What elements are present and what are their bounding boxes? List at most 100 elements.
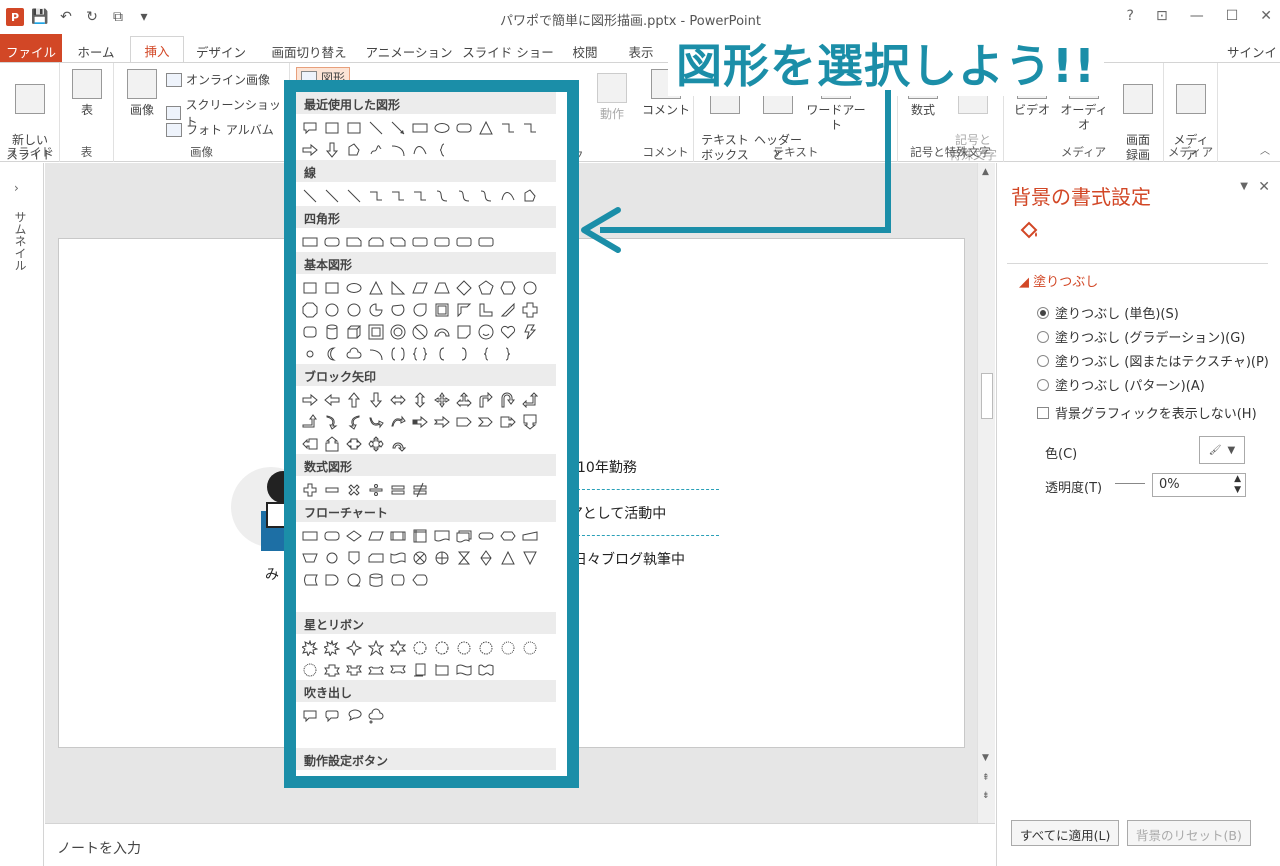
right-bracket-icon[interactable]	[454, 344, 473, 363]
table-button[interactable]: 表	[70, 69, 104, 118]
photo-album-button[interactable]: フォト アルバム	[166, 121, 274, 138]
flowchart-delay-icon[interactable]	[322, 570, 341, 589]
pentagon-arrow-icon[interactable]	[454, 412, 473, 431]
rectangular-callout-icon[interactable]	[300, 706, 319, 725]
flowchart-alternate-process-icon[interactable]	[322, 526, 341, 545]
scrollbar-thumb[interactable]	[981, 373, 993, 419]
trapezoid-icon[interactable]	[432, 278, 451, 297]
rectangle-shape-icon[interactable]	[300, 232, 319, 251]
radio-pattern-fill[interactable]: 塗りつぶし (パターン)(A)	[1037, 375, 1205, 394]
down-arrow-callout-icon[interactable]	[520, 412, 539, 431]
flowchart-manual-input-icon[interactable]	[520, 526, 539, 545]
moon-shape-icon[interactable]	[322, 344, 341, 363]
star-8-icon[interactable]	[432, 638, 451, 657]
notched-right-arrow-icon[interactable]	[432, 412, 451, 431]
freeform-shape-icon[interactable]	[344, 140, 363, 159]
fill-bucket-icon[interactable]	[1017, 219, 1041, 243]
online-picture-button[interactable]: オンライン画像	[166, 71, 270, 88]
left-arrow-callout-icon[interactable]	[300, 434, 319, 453]
cube-shape-icon[interactable]	[344, 322, 363, 341]
tab-review[interactable]: 校閲	[560, 38, 610, 62]
flowchart-multidocument-icon[interactable]	[454, 526, 473, 545]
vertical-textbox-icon[interactable]	[344, 118, 363, 137]
arrow-line-icon[interactable]	[388, 118, 407, 137]
flowchart-data-icon[interactable]	[366, 526, 385, 545]
lightning-bolt-icon[interactable]	[520, 322, 539, 341]
oval-shape-icon[interactable]	[432, 118, 451, 137]
radio-solid-fill[interactable]: 塗りつぶし (単色)(S)	[1037, 303, 1179, 322]
no-symbol-icon[interactable]	[410, 322, 429, 341]
slideshow-start-icon[interactable]: ⧉	[108, 8, 128, 26]
multiply-shape-icon[interactable]	[344, 480, 363, 499]
flowchart-process-icon[interactable]	[300, 526, 319, 545]
elbow-connector-icon[interactable]	[498, 118, 517, 137]
radio-picture-fill[interactable]: 塗りつぶし (図またはテクスチャ)(P)	[1037, 351, 1269, 370]
right-arrow-shape-icon[interactable]	[300, 140, 319, 159]
flowchart-or-icon[interactable]	[432, 548, 451, 567]
line-shape-icon[interactable]	[300, 186, 319, 205]
flowchart-manual-operation-icon[interactable]	[300, 548, 319, 567]
tab-slideshow[interactable]: スライド ショー	[462, 38, 554, 62]
tab-insert[interactable]: 挿入	[130, 36, 184, 64]
close-button[interactable]: ✕	[1260, 8, 1272, 24]
flowchart-decision-icon[interactable]	[344, 526, 363, 545]
dodecagon-icon[interactable]	[344, 300, 363, 319]
radio-solid-indicator[interactable]	[1037, 306, 1049, 319]
curved-ribbon-up-icon[interactable]	[366, 660, 385, 679]
rounded-rectangle-icon[interactable]	[454, 118, 473, 137]
star-10-icon[interactable]	[454, 638, 473, 657]
plaque-icon[interactable]	[300, 322, 319, 341]
l-shape-icon[interactable]	[476, 300, 495, 319]
not-equal-shape-icon[interactable]	[410, 480, 429, 499]
bent-arrow-icon[interactable]	[476, 390, 495, 409]
elbow-arrow-icon[interactable]	[388, 186, 407, 205]
curved-down-arrow-icon[interactable]	[388, 412, 407, 431]
minimize-button[interactable]: —	[1190, 8, 1204, 24]
left-right-arrow-icon[interactable]	[388, 390, 407, 409]
flowchart-direct-access-icon[interactable]	[388, 570, 407, 589]
can-shape-icon[interactable]	[322, 322, 341, 341]
u-turn-arrow-icon[interactable]	[498, 390, 517, 409]
wave-icon[interactable]	[454, 660, 473, 679]
round-diagonal-rectangle-icon[interactable]	[476, 232, 495, 251]
pane-options-icon[interactable]: ▼	[1240, 181, 1248, 192]
down-arrow-shape-icon[interactable]	[322, 140, 341, 159]
next-slide-icon[interactable]: ⇟	[982, 791, 990, 801]
block-arc-icon[interactable]	[432, 322, 451, 341]
tab-view[interactable]: 表示	[618, 38, 664, 62]
diamond-icon[interactable]	[454, 278, 473, 297]
oval-shape-icon[interactable]	[344, 278, 363, 297]
round-corner-rectangle-icon[interactable]	[432, 232, 451, 251]
folded-corner-icon[interactable]	[454, 322, 473, 341]
vertical-textbox-icon[interactable]	[322, 278, 341, 297]
teardrop-icon[interactable]	[410, 300, 429, 319]
star-12-icon[interactable]	[476, 638, 495, 657]
ribbon-up-icon[interactable]	[322, 660, 341, 679]
down-arrow-shape-icon[interactable]	[366, 390, 385, 409]
pie-shape-icon[interactable]	[366, 300, 385, 319]
fill-section-header[interactable]: ◢ 塗りつぶし	[1019, 271, 1098, 290]
smiley-face-icon[interactable]	[476, 322, 495, 341]
curved-left-arrow-icon[interactable]	[344, 412, 363, 431]
ribbon-display-icon[interactable]: ⊡	[1156, 8, 1168, 24]
flowchart-extract-icon[interactable]	[498, 548, 517, 567]
diagonal-stripe-icon[interactable]	[498, 300, 517, 319]
radio-gradient-fill[interactable]: 塗りつぶし (グラデーション)(G)	[1037, 327, 1245, 346]
right-arrow-callout-icon[interactable]	[498, 412, 517, 431]
scroll-up-icon[interactable]: ▲	[982, 167, 989, 177]
right-triangle-icon[interactable]	[388, 278, 407, 297]
flowchart-summing-junction-icon[interactable]	[410, 548, 429, 567]
flowchart-offpage-connector-icon[interactable]	[344, 548, 363, 567]
close-pane-icon[interactable]: ✕	[1258, 179, 1270, 195]
prev-slide-icon[interactable]: ⇞	[982, 773, 990, 783]
tab-animations[interactable]: アニメーション	[364, 38, 454, 62]
left-up-arrow-icon[interactable]	[520, 390, 539, 409]
insert-media-button[interactable]: メディア を挿入	[1168, 69, 1214, 178]
snip-corner-rectangle-icon[interactable]	[344, 232, 363, 251]
flowchart-sequential-access-icon[interactable]	[344, 570, 363, 589]
picture-button[interactable]: 画像	[122, 69, 162, 118]
round-same-side-rectangle-icon[interactable]	[454, 232, 473, 251]
arc-shape-icon[interactable]	[388, 140, 407, 159]
elbow-double-arrow-icon[interactable]	[410, 186, 429, 205]
hide-bg-graphics-box[interactable]	[1037, 406, 1049, 419]
